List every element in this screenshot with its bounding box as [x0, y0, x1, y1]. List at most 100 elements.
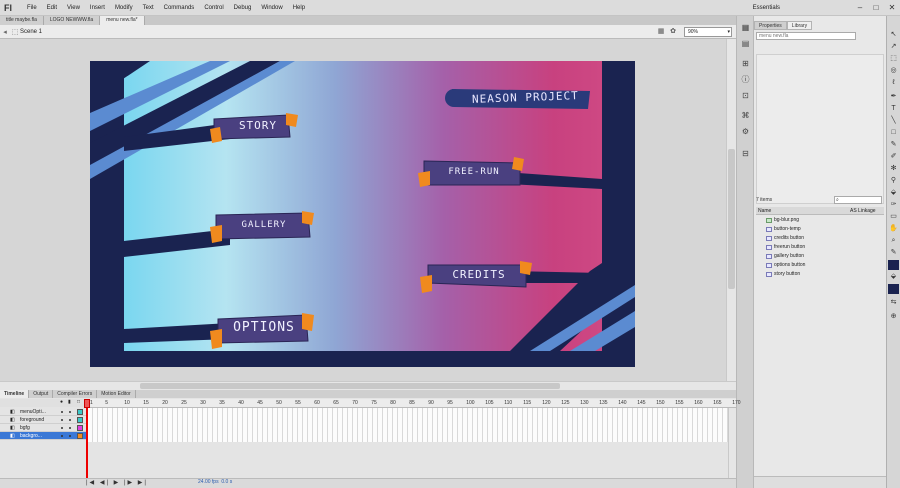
menu-control[interactable]: Control	[199, 0, 228, 16]
playhead-handle[interactable]	[84, 399, 90, 408]
pen-tool-icon[interactable]: ✒	[888, 92, 899, 102]
doc-tab-menu[interactable]: menu new.fla*	[100, 16, 145, 25]
tab-motion-editor[interactable]: Motion Editor	[97, 390, 136, 398]
list-item[interactable]: story button	[756, 270, 884, 279]
layer-row[interactable]: ◧ bgfg	[0, 424, 88, 432]
fps-readout[interactable]: 24.00 fps 0.0 s	[198, 479, 232, 485]
layer-row[interactable]: ◧ foreground	[0, 416, 88, 424]
tab-compiler-errors[interactable]: Compiler Errors	[53, 390, 98, 398]
menu-view[interactable]: View	[62, 0, 85, 16]
gallery-button[interactable]: GALLERY	[224, 220, 304, 230]
fill-color-swatch[interactable]	[888, 284, 899, 294]
info-icon[interactable]: ⓘ	[740, 74, 751, 85]
workspace-switcher[interactable]: Essentials	[753, 0, 780, 16]
list-item[interactable]: bg-blur.png	[756, 216, 884, 225]
align-icon[interactable]: ⊞	[740, 58, 751, 69]
back-arrow-icon[interactable]: ◂	[0, 28, 10, 36]
frame-ruler[interactable]: 1 5 10 15 20 25 30 35 40 45 50 55 60 65 70 75 80 85 90 95 10…	[88, 399, 741, 408]
edit-symbol-icon[interactable]: ✿	[668, 27, 678, 37]
components-icon[interactable]: ⚙	[740, 126, 751, 137]
tab-properties[interactable]: Properties	[754, 21, 787, 30]
list-item[interactable]: button-temp	[756, 225, 884, 234]
list-item[interactable]: gallery button	[756, 252, 884, 261]
eraser-icon[interactable]: ▭	[888, 212, 899, 222]
scroll-thumb[interactable]	[140, 383, 560, 389]
selection-tool-icon[interactable]: ↖	[888, 30, 899, 40]
playhead[interactable]	[86, 399, 88, 478]
rectangle-tool-icon[interactable]: □	[888, 128, 899, 138]
menu-text[interactable]: Text	[138, 0, 159, 16]
menu-window[interactable]: Window	[256, 0, 287, 16]
eyedropper-icon[interactable]: ✑	[888, 200, 899, 210]
menu-edit[interactable]: Edit	[42, 0, 62, 16]
swatches-icon[interactable]: ▤	[740, 38, 751, 49]
brush-tool-icon[interactable]: ✐	[888, 152, 899, 162]
layer-row[interactable]: ◧ menuOpti...	[0, 408, 88, 416]
zoom-select[interactable]: 90% ▾	[684, 27, 732, 37]
menu-debug[interactable]: Debug	[229, 0, 257, 16]
playback-controls[interactable]: |◀ ◀| ▶ |▶ ▶|	[86, 479, 148, 486]
snap-icon[interactable]: ⊕	[888, 312, 899, 322]
minimize-button[interactable]: –	[852, 0, 868, 16]
credits-button[interactable]: CREDITS	[436, 268, 522, 281]
edit-scene-icon[interactable]: ▦	[656, 27, 666, 37]
lock-dot[interactable]	[69, 419, 71, 421]
deco-tool-icon[interactable]: ✻	[888, 164, 899, 174]
hand-tool-icon[interactable]: ✋	[888, 224, 899, 234]
paint-bucket-icon[interactable]: ⬙	[888, 188, 899, 198]
doc-tab-logo[interactable]: LOGO NEWWW.fla	[43, 16, 101, 25]
lasso-icon[interactable]: ℓ	[888, 78, 899, 88]
tab-output[interactable]: Output	[29, 390, 54, 398]
text-tool-icon[interactable]: T	[888, 104, 899, 114]
history-icon[interactable]: ⊟	[740, 148, 751, 159]
fill-color-icon[interactable]: ⬙	[888, 272, 899, 282]
menu-modify[interactable]: Modify	[110, 0, 138, 16]
story-button[interactable]: STORY	[226, 119, 290, 132]
menu-file[interactable]: File	[22, 0, 42, 16]
options-button[interactable]: OPTIONS	[224, 320, 304, 335]
doc-tab-title[interactable]: title maybe.fla	[0, 16, 44, 25]
layer-color-swatch[interactable]	[77, 417, 83, 423]
maximize-button[interactable]: □	[868, 0, 884, 16]
outline-icon[interactable]: □	[77, 399, 80, 405]
lock-dot[interactable]	[69, 435, 71, 437]
layer-color-swatch[interactable]	[77, 433, 83, 439]
list-item[interactable]: options button	[756, 261, 884, 270]
lock-dot[interactable]	[69, 411, 71, 413]
layer-color-swatch[interactable]	[77, 409, 83, 415]
layer-color-swatch[interactable]	[77, 425, 83, 431]
color-panel-icon[interactable]: ▦	[740, 22, 751, 33]
library-document-select[interactable]: menu new.fla	[756, 32, 856, 40]
column-name[interactable]: Name	[758, 207, 771, 215]
bone-tool-icon[interactable]: ⚲	[888, 176, 899, 186]
stage-vertical-scrollbar[interactable]	[726, 39, 736, 381]
3d-rotation-icon[interactable]: ◎	[888, 66, 899, 76]
eye-icon[interactable]: ●	[60, 399, 63, 405]
library-search-input[interactable]: ⌕	[834, 196, 882, 204]
free-transform-icon[interactable]: ⬚	[888, 54, 899, 64]
visibility-dot[interactable]	[61, 435, 63, 437]
code-snippets-icon[interactable]: ⌘	[740, 110, 751, 121]
subselection-tool-icon[interactable]: ↗	[888, 42, 899, 52]
lock-dot[interactable]	[69, 427, 71, 429]
menu-insert[interactable]: Insert	[85, 0, 110, 16]
tab-library[interactable]: Library	[786, 21, 813, 30]
visibility-dot[interactable]	[61, 427, 63, 429]
zoom-tool-icon[interactable]: ⌕	[888, 236, 899, 246]
lock-icon[interactable]: ▮	[68, 399, 71, 405]
tab-timeline[interactable]: Timeline	[0, 390, 30, 398]
menu-help[interactable]: Help	[288, 0, 310, 16]
list-item[interactable]: freerun button	[756, 243, 884, 252]
layer-row[interactable]: ◧ backgro...	[0, 432, 88, 440]
line-tool-icon[interactable]: ╲	[888, 116, 899, 126]
visibility-dot[interactable]	[61, 411, 63, 413]
frame-grid[interactable]	[88, 408, 728, 442]
swap-colors-icon[interactable]: ⇆	[888, 298, 899, 308]
close-button[interactable]: ✕	[884, 0, 900, 16]
menu-commands[interactable]: Commands	[159, 0, 200, 16]
stage-canvas[interactable]: NEASON PROJECT STORY FREE-RUN GALLERY CR…	[90, 61, 635, 367]
freerun-button[interactable]: FREE-RUN	[432, 167, 516, 177]
column-linkage[interactable]: AS Linkage	[850, 207, 876, 215]
stroke-color-swatch[interactable]	[888, 260, 899, 270]
timeline-scrollbar[interactable]	[728, 408, 736, 478]
